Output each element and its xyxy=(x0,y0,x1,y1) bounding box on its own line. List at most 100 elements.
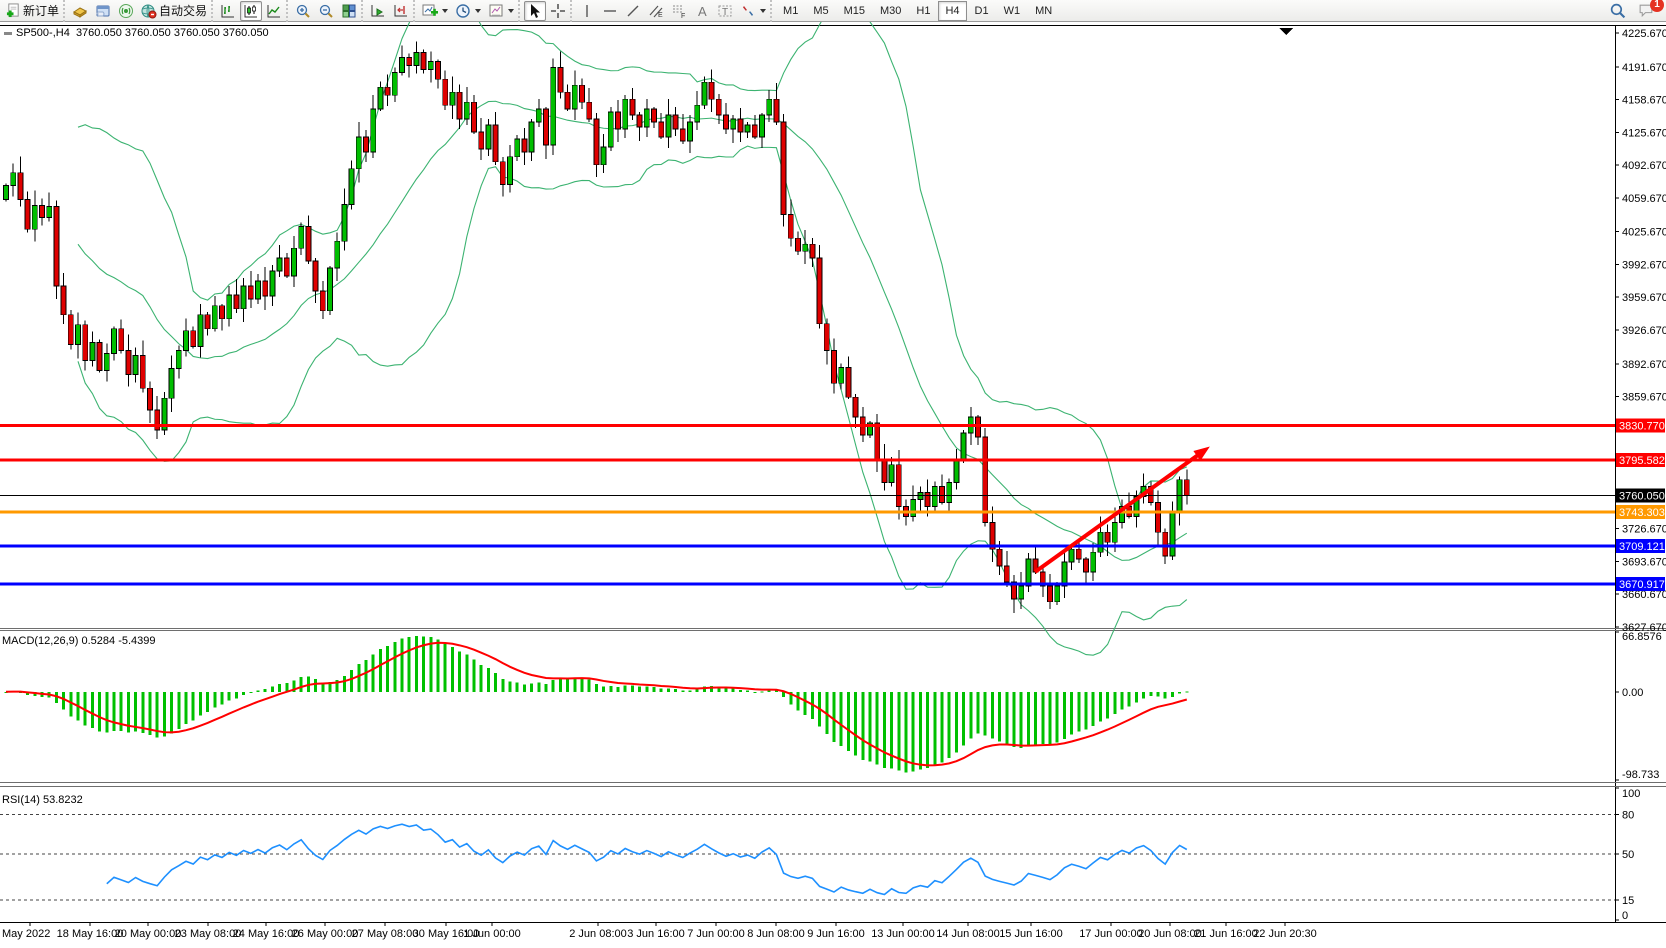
svg-text:27 May 08:00: 27 May 08:00 xyxy=(352,928,419,940)
main-toolbar: 新订单 自动交易 xyxy=(0,0,1666,22)
bar-chart-button[interactable] xyxy=(217,1,239,21)
chart-shift-button[interactable] xyxy=(390,1,412,21)
svg-text:3670.917: 3670.917 xyxy=(1619,579,1665,591)
toolbar-group-objects xyxy=(413,0,517,22)
svg-text:4025.670: 4025.670 xyxy=(1622,227,1666,239)
chart-title: SP500-,H4 3760.050 3760.050 3760.050 376… xyxy=(4,27,269,39)
chart-canvas[interactable]: 4225.6704191.6704158.6704125.6704092.670… xyxy=(0,22,1666,948)
tf-button-h4[interactable]: H4 xyxy=(938,1,966,21)
tf-button-m5[interactable]: M5 xyxy=(806,1,835,21)
tf-button-w1[interactable]: W1 xyxy=(997,1,1028,21)
timeframe-group: M1M5M15M30H1H4D1W1MN xyxy=(770,0,1059,22)
templates-button[interactable] xyxy=(485,1,517,21)
svg-text:3892.670: 3892.670 xyxy=(1622,359,1666,371)
rsi-value: 53.8232 xyxy=(43,794,83,806)
auto-scroll-icon xyxy=(370,3,386,19)
text-label-button[interactable]: T xyxy=(714,1,736,21)
tf-button-m30[interactable]: M30 xyxy=(873,1,908,21)
equidistant-channel-button[interactable]: E xyxy=(645,1,667,21)
tf-button-m1[interactable]: M1 xyxy=(776,1,805,21)
bar-chart-icon xyxy=(220,3,236,19)
horizontal-line-icon xyxy=(602,3,618,19)
svg-text:17 Jun 00:00: 17 Jun 00:00 xyxy=(1079,928,1143,940)
text-button[interactable]: A xyxy=(691,1,713,21)
svg-text:3709.121: 3709.121 xyxy=(1619,541,1665,553)
auto-scroll-button[interactable] xyxy=(367,1,389,21)
svg-text:4125.670: 4125.670 xyxy=(1622,127,1666,139)
svg-text:3859.670: 3859.670 xyxy=(1622,392,1666,404)
svg-text:3959.670: 3959.670 xyxy=(1622,292,1666,304)
svg-text:13 Jun 00:00: 13 Jun 00:00 xyxy=(871,928,935,940)
svg-text:3926.670: 3926.670 xyxy=(1622,325,1666,337)
equidistant-channel-icon: E xyxy=(648,3,664,19)
search-button[interactable] xyxy=(1606,1,1629,21)
quote-open: 3760.050 xyxy=(76,27,122,39)
autotrading-label: 自动交易 xyxy=(159,2,207,19)
crosshair-button[interactable] xyxy=(547,1,569,21)
new-order-label: 新订单 xyxy=(23,2,59,19)
svg-text:3743.303: 3743.303 xyxy=(1619,507,1665,519)
svg-text:21 Jun 16:00: 21 Jun 16:00 xyxy=(1194,928,1258,940)
bollinger-lower xyxy=(78,146,1187,655)
profile-button[interactable] xyxy=(92,1,114,21)
periodicity-caret-icon xyxy=(475,9,481,13)
tf-button-mn[interactable]: MN xyxy=(1028,1,1059,21)
svg-text:1 Jun 00:00: 1 Jun 00:00 xyxy=(463,928,521,940)
blue-window-icon xyxy=(95,3,111,19)
svg-text:0: 0 xyxy=(1622,910,1628,922)
crosshair-icon xyxy=(550,3,566,19)
data-folder-button[interactable] xyxy=(69,1,91,21)
tf-button-h1[interactable]: H1 xyxy=(909,1,937,21)
autotrading-icon xyxy=(141,3,157,19)
autotrading-button[interactable]: 自动交易 xyxy=(138,1,210,21)
fibonacci-icon: F xyxy=(671,3,687,19)
tile-windows-button[interactable] xyxy=(338,1,360,21)
svg-text:4225.670: 4225.670 xyxy=(1622,28,1666,40)
tf-button-m15[interactable]: M15 xyxy=(837,1,872,21)
arrows-icon xyxy=(740,3,756,19)
svg-text:F: F xyxy=(681,13,685,19)
notifications-button[interactable]: 1 xyxy=(1635,1,1658,21)
rsi-indicator-label: RSI(14) 53.8232 xyxy=(2,794,83,806)
fibonacci-button[interactable]: F xyxy=(668,1,690,21)
svg-text:24 May 16:00: 24 May 16:00 xyxy=(233,928,300,940)
tf-button-d1[interactable]: D1 xyxy=(968,1,996,21)
candlestick-series xyxy=(4,42,1190,613)
cursor-button[interactable] xyxy=(524,1,546,21)
zoom-in-button[interactable] xyxy=(292,1,314,21)
chart-shift-icon xyxy=(393,3,409,19)
candlestick-chart-icon xyxy=(243,3,259,19)
svg-text:3992.670: 3992.670 xyxy=(1622,259,1666,271)
svg-text:23 May 08:00: 23 May 08:00 xyxy=(175,928,242,940)
zoom-in-icon xyxy=(295,3,311,19)
svg-text:9 Jun 16:00: 9 Jun 16:00 xyxy=(807,928,865,940)
tile-windows-icon xyxy=(341,3,357,19)
svg-text:-98.733: -98.733 xyxy=(1622,769,1659,781)
svg-text:0.00: 0.00 xyxy=(1622,687,1643,699)
text-icon: A xyxy=(694,3,710,19)
new-order-button[interactable]: 新订单 xyxy=(3,1,62,21)
line-chart-button[interactable] xyxy=(263,1,285,21)
signals-button[interactable] xyxy=(115,1,137,21)
candlestick-chart-button[interactable] xyxy=(240,1,262,21)
signal-icon xyxy=(118,3,134,19)
zoom-out-button[interactable] xyxy=(315,1,337,21)
horizontal-line-button[interactable] xyxy=(599,1,621,21)
svg-text:20 May 00:00: 20 May 00:00 xyxy=(115,928,182,940)
vertical-line-button[interactable] xyxy=(576,1,598,21)
chart-area: 4225.6704191.6704158.6704125.6704092.670… xyxy=(0,22,1666,948)
chart-symbol-period: SP500-,H4 xyxy=(16,27,70,39)
arrows-button[interactable] xyxy=(737,1,769,21)
trendline-button[interactable] xyxy=(622,1,644,21)
notification-badge: 1 xyxy=(1650,0,1664,12)
toolbar-group-services: 自动交易 xyxy=(63,0,210,22)
new-chart-button[interactable] xyxy=(419,1,451,21)
svg-text:100: 100 xyxy=(1622,788,1640,800)
periodicity-button[interactable] xyxy=(452,1,484,21)
quote-close: 3760.050 xyxy=(223,27,269,39)
svg-text:20 Jun 08:00: 20 Jun 08:00 xyxy=(1138,928,1202,940)
svg-text:3693.670: 3693.670 xyxy=(1622,556,1666,568)
new-chart-caret-icon xyxy=(442,9,448,13)
rsi-line xyxy=(107,824,1187,894)
rsi-name: RSI(14) xyxy=(2,794,40,806)
